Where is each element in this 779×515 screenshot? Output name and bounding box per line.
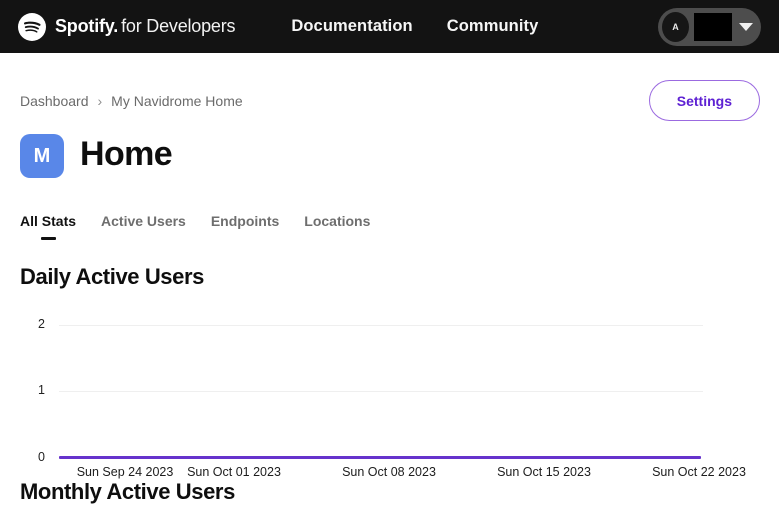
x-axis-tick-label: Sun Oct 15 2023 bbox=[497, 465, 591, 479]
page: Spotify.for Developers Documentation Com… bbox=[0, 0, 779, 515]
x-axis-tick-label: Sun Oct 08 2023 bbox=[342, 465, 436, 479]
daily-active-users-chart: 0 1 2 Sun Sep 24 2023 Sun Oct 01 2023 Sun Oct… bbox=[0, 0, 779, 515]
chart-gridline bbox=[59, 391, 703, 392]
x-axis-tick-label: Sun Sep 24 2023 bbox=[77, 465, 174, 479]
y-axis-tick-label: 2 bbox=[15, 317, 45, 331]
x-axis-tick-label: Sun Oct 22 2023 bbox=[652, 465, 746, 479]
y-axis-tick-label: 0 bbox=[15, 450, 45, 464]
chart-series-line bbox=[59, 456, 701, 459]
x-axis-tick-label: Sun Oct 01 2023 bbox=[187, 465, 281, 479]
y-axis-tick-label: 1 bbox=[15, 383, 45, 397]
chart-gridline bbox=[59, 325, 703, 326]
